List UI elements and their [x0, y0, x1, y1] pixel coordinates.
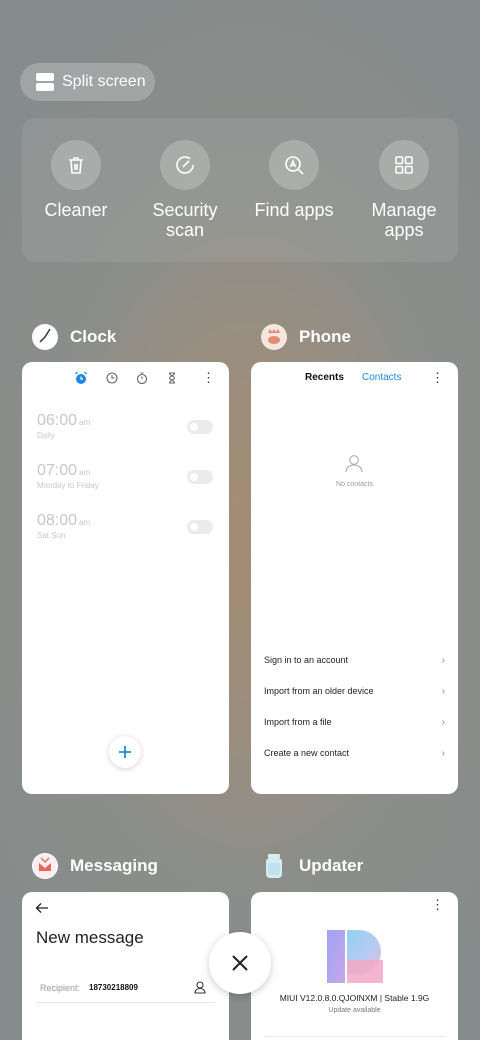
messaging-app-header: Messaging	[32, 853, 158, 879]
list-item[interactable]: Import from an older device ›	[264, 686, 445, 697]
timer-icon[interactable]	[166, 372, 178, 384]
phone-app-name: Phone	[299, 327, 351, 346]
chevron-right-icon: ›	[441, 717, 445, 728]
phone-card[interactable]: Recents Contacts ⋮ No contacts Sign in t…	[251, 362, 458, 794]
alarm-row[interactable]: 07:00 am Monday to Friday	[37, 462, 99, 490]
tab-recents[interactable]: Recents	[305, 372, 344, 383]
alarm-row[interactable]: 08:00 am Sat Sun	[37, 512, 90, 540]
messaging-card[interactable]: New message Recipient: 18730218809	[22, 892, 229, 1040]
updater-app-icon	[261, 853, 287, 879]
alarm-time: 07:00	[37, 462, 78, 479]
find-apps-button[interactable]: Find apps	[239, 140, 349, 220]
contact-picker-icon[interactable]	[194, 981, 206, 994]
find-apps-icon	[269, 140, 319, 190]
close-icon	[232, 955, 248, 971]
list-item[interactable]: Sign in to an account ›	[264, 655, 445, 666]
clear-all-button[interactable]	[209, 932, 271, 994]
messaging-app-name: Messaging	[70, 856, 158, 875]
clock-app-header: Clock	[32, 324, 116, 350]
phone-more-icon[interactable]: ⋮	[431, 371, 444, 384]
action-label: Create a new contact	[264, 748, 350, 758]
version-text: MIUI V12.0.8.0.QJOINXM | Stable 1.9G	[279, 993, 430, 1003]
grid-icon	[379, 140, 429, 190]
security-scan-label-1: Security	[152, 200, 218, 220]
cleaner-label-1: Cleaner	[44, 200, 108, 220]
updater-more-icon[interactable]: ⋮	[431, 898, 444, 911]
alarm-repeat: Monday to Friday	[37, 481, 99, 490]
alarm-time: 08:00	[37, 512, 78, 529]
alarm-ampm: am	[79, 418, 91, 427]
back-arrow-icon[interactable]	[35, 902, 49, 914]
manage-apps-button[interactable]: Manage apps	[349, 140, 459, 240]
new-message-title: New message	[36, 928, 144, 947]
alarm-ampm: am	[79, 468, 91, 477]
empty-contacts-text: No contacts	[336, 481, 373, 488]
clock-app-name: Clock	[70, 327, 117, 346]
alarm-toggle[interactable]	[187, 470, 213, 484]
update-status-text: Update available	[328, 1007, 381, 1014]
updater-app-header: Updater	[261, 853, 363, 879]
alarm-row[interactable]: 06:00 am Daily	[37, 412, 90, 440]
messaging-app-icon	[32, 853, 58, 879]
tab-contacts[interactable]: Contacts	[362, 372, 401, 383]
updater-divider	[265, 1036, 444, 1037]
alarm-toggle[interactable]	[187, 420, 213, 434]
plus-icon	[119, 746, 131, 758]
split-screen-button[interactable]: Split screen	[20, 63, 155, 101]
chevron-right-icon: ›	[441, 686, 445, 697]
manage-apps-label-1: Manage	[371, 200, 437, 220]
recipient-input[interactable]: 18730218809	[89, 983, 138, 992]
trash-icon	[51, 140, 101, 190]
cleaner-button[interactable]: Cleaner	[21, 140, 131, 220]
split-screen-label: Split screen	[62, 73, 146, 90]
clock-card[interactable]: ⋮ 06:00 am Daily 07:00 am Monday to Friday…	[22, 362, 229, 794]
alarm-ampm: am	[79, 518, 91, 527]
chevron-right-icon: ›	[441, 655, 445, 666]
security-scan-label-2: scan	[165, 220, 205, 240]
clock-tabs	[74, 371, 178, 385]
alarm-toggle[interactable]	[187, 520, 213, 534]
miui-12-logo	[327, 930, 383, 983]
list-item[interactable]: Create a new contact ›	[264, 748, 445, 759]
alarm-repeat: Daily	[37, 431, 55, 440]
clock-app-icon	[32, 324, 58, 350]
person-icon	[345, 455, 363, 473]
security-scan-icon	[160, 140, 210, 190]
phone-app-icon	[261, 324, 287, 350]
action-label: Sign in to an account	[264, 655, 349, 665]
alarm-icon[interactable]	[74, 371, 88, 385]
manage-apps-label-2: apps	[384, 220, 424, 240]
recipient-label: Recipient:	[40, 983, 81, 993]
alarm-time: 06:00	[37, 412, 78, 429]
updater-card[interactable]: ⋮ MIUI V12.0.8.0.QJOINXM | Stable 1.9G U…	[251, 892, 458, 1040]
updater-app-name: Updater	[299, 856, 364, 875]
recipient-divider	[36, 1002, 215, 1003]
add-alarm-button[interactable]	[109, 736, 141, 768]
action-label: Import from a file	[264, 717, 332, 727]
chevron-right-icon: ›	[441, 748, 445, 759]
find-apps-label-1: Find apps	[254, 200, 334, 220]
phone-app-header: Phone	[261, 324, 351, 350]
alarm-repeat: Sat Sun	[37, 531, 66, 540]
security-scan-button[interactable]: Security scan	[130, 140, 240, 240]
split-screen-icon	[36, 73, 54, 91]
action-label: Import from an older device	[264, 686, 374, 696]
clock-icon[interactable]	[106, 372, 118, 384]
clock-more-icon[interactable]: ⋮	[202, 371, 215, 384]
stopwatch-icon[interactable]	[136, 372, 148, 384]
list-item[interactable]: Import from a file ›	[264, 717, 445, 728]
